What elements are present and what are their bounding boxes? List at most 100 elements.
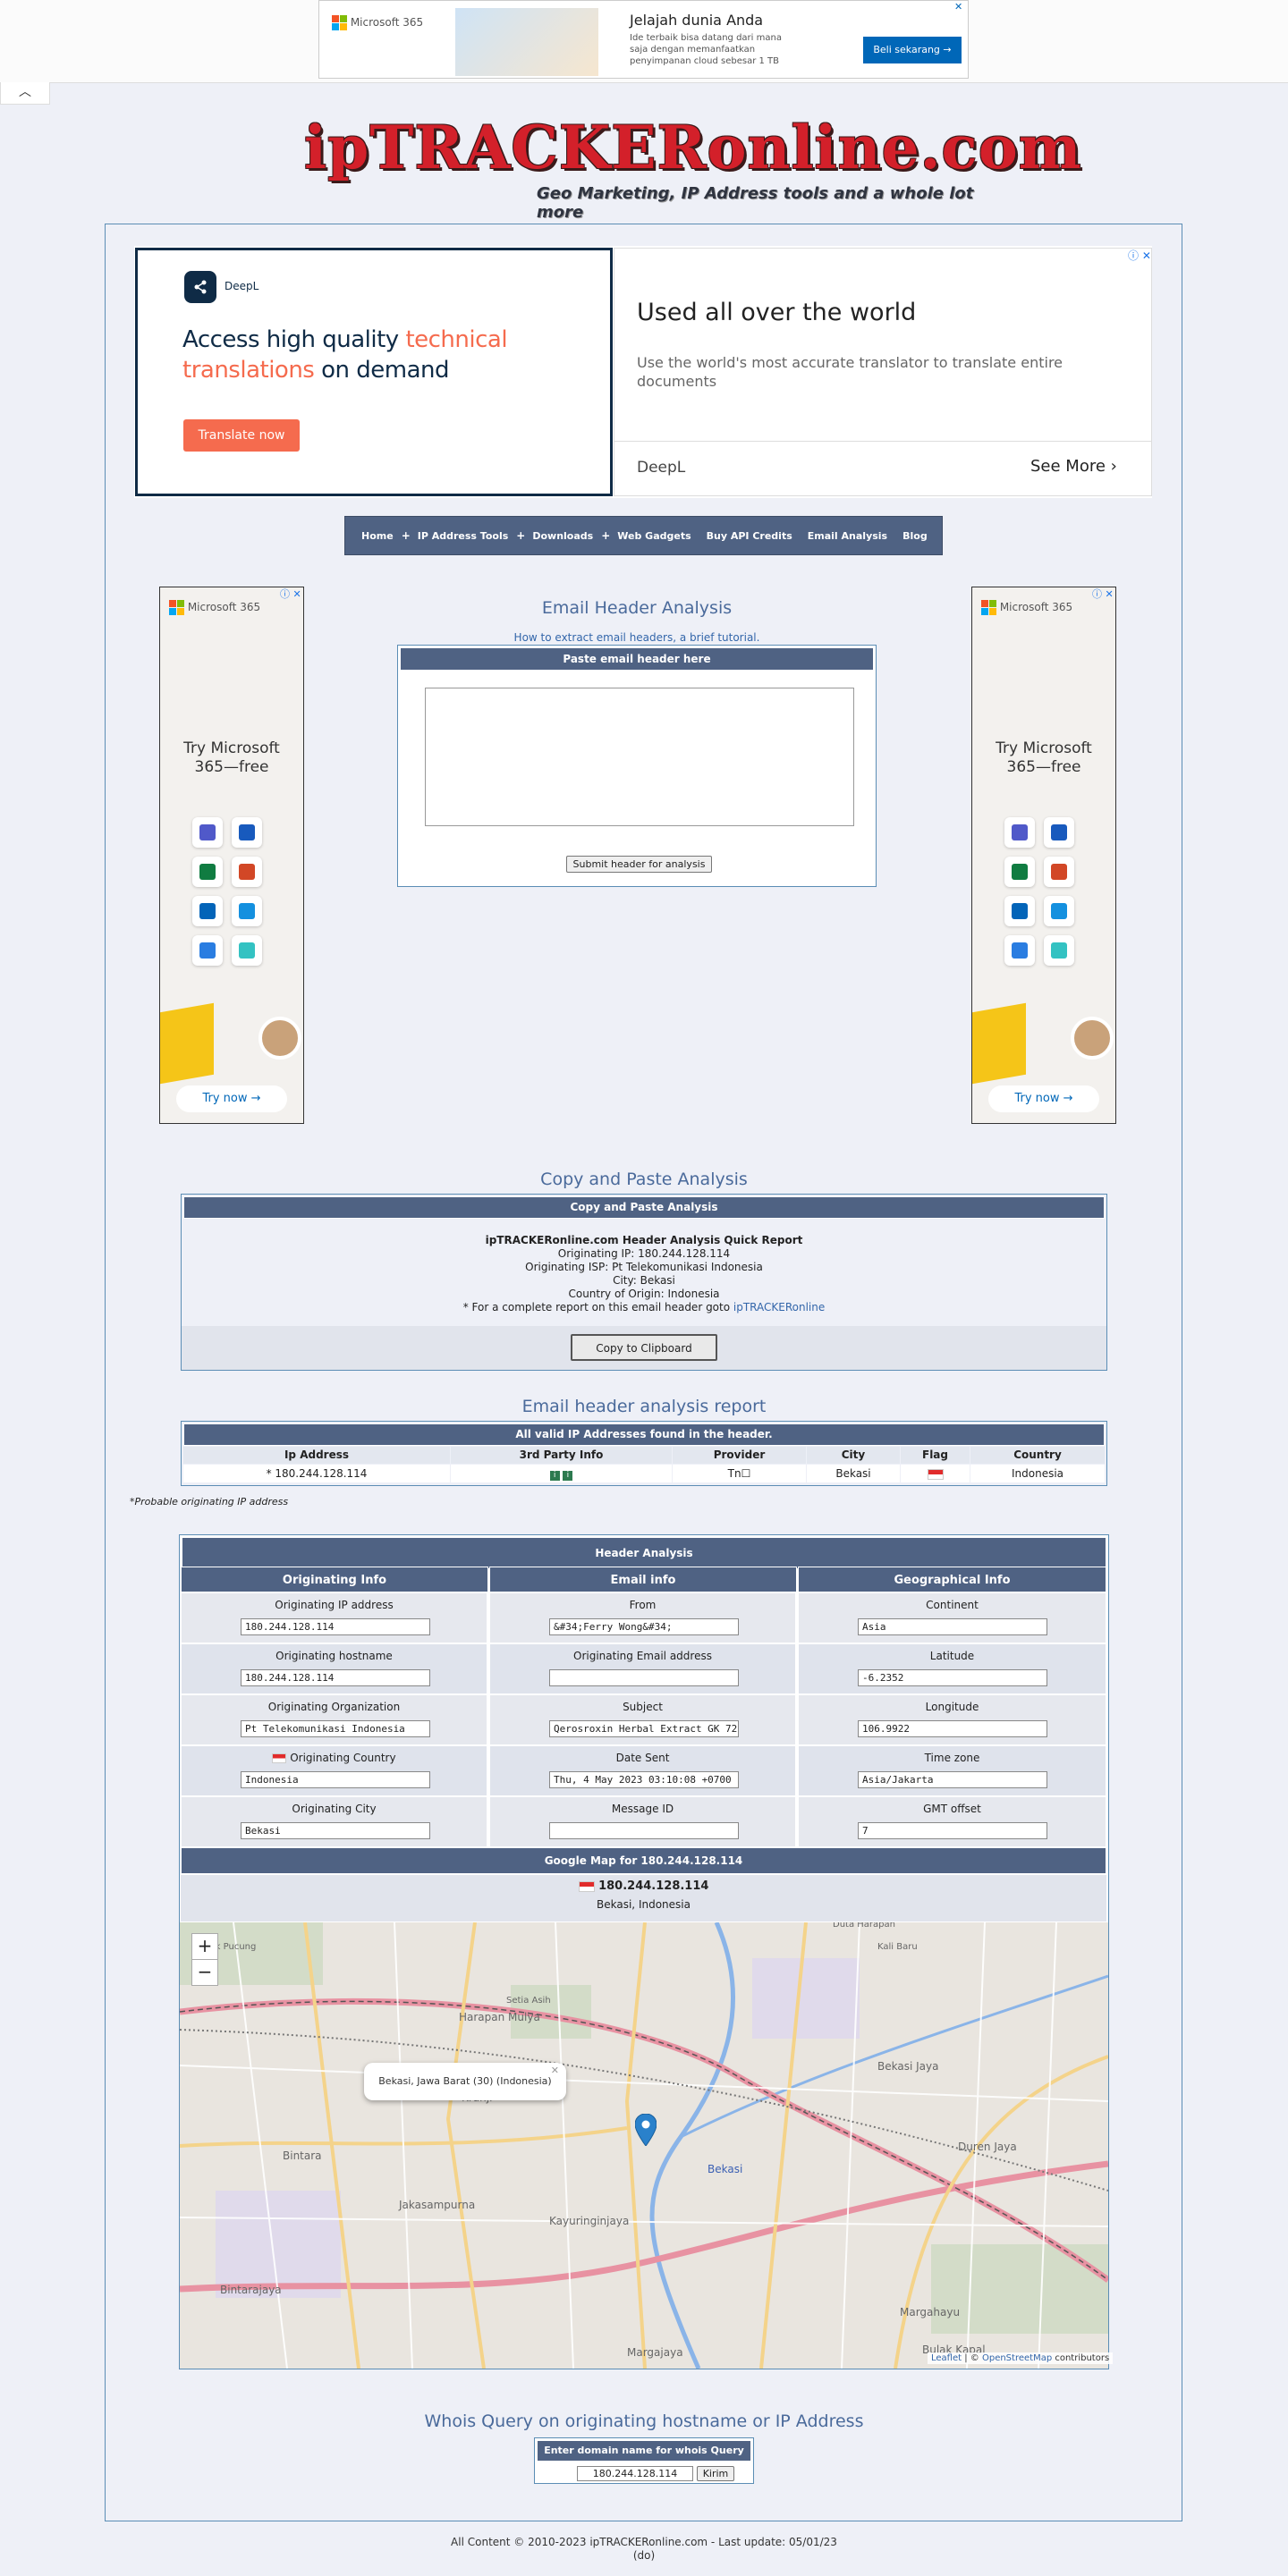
svg-text:Bintara: Bintara [283,2149,322,2162]
row-city: Bekasi [807,1465,900,1482]
ad-close-icon[interactable]: ✕ [954,1,962,13]
deepl-right-title: Used all over the world [637,299,917,326]
originating-city-cell: Originating City Bekasi [181,1796,487,1847]
map-popup-text: Bekasi, Jawa Barat (30) (Indonesia) [378,2075,552,2087]
svg-text:Setia Asih: Setia Asih [506,1996,551,2006]
message-id-field[interactable] [549,1822,739,1839]
col-3rd-party: 3rd Party Info [451,1447,672,1464]
originating-country-field[interactable]: Indonesia [241,1771,430,1788]
microsoft-logo-icon [169,600,184,615]
complete-report-line: * For a complete report on this email he… [462,1301,826,1313]
ad-headline: Jelajah dunia Anda [630,12,764,29]
main-nav: Home + IP Address Tools + Downloads + We… [344,516,943,555]
indonesia-flag-icon [901,1465,970,1482]
submit-header-button[interactable]: Submit header for analysis [566,856,712,873]
svg-text:Bekasi Jaya: Bekasi Jaya [877,2060,938,2073]
map-location-info: 180.244.128.114 Bekasi, Indonesia [181,1875,1106,1921]
email-header-textarea[interactable] [425,688,854,826]
message-id-cell: Message ID [489,1796,796,1847]
map-header: Google Map for 180.244.128.114 [181,1847,1106,1874]
svg-text:Kayuringinjaya: Kayuringinjaya [549,2215,629,2227]
info-icon[interactable]: i [549,1471,560,1481]
row-country: Indonesia [970,1465,1105,1482]
timezone-field[interactable]: Asia/Jakarta [858,1771,1047,1788]
col-originating-info: Originating Info [181,1567,488,1592]
deepl-translate-button[interactable]: Translate now [183,419,300,452]
originating-country-cell: Originating Country Indonesia [181,1745,487,1796]
continent-cell: Continent Asia [798,1592,1106,1643]
side-ad-try-button[interactable]: Try now → [988,1085,1099,1112]
plus-icon: + [516,529,526,542]
originating-city-field[interactable]: Bekasi [241,1822,430,1839]
see-more-link[interactable]: See More › [1030,457,1117,476]
date-sent-field[interactable]: Thu, 4 May 2023 03:10:08 +0700 [549,1771,739,1788]
map-marker-icon[interactable] [635,2114,657,2146]
col-email-info: Email info [489,1567,797,1592]
nav-blog[interactable]: Blog [895,530,936,542]
originating-hostname-cell: Originating hostname 180.244.128.114 [181,1643,487,1694]
zoom-out-button[interactable]: − [191,1959,218,1986]
whois-input[interactable]: 180.244.128.114 [577,2466,693,2481]
quick-report-line: Originating IP: 180.244.128.114 [557,1247,731,1260]
col-geo-info: Geographical Info [798,1567,1106,1592]
email-box-header: Paste email header here [400,647,874,671]
originating-org-cell: Originating Organization Pt Telekomunika… [181,1694,487,1745]
header-analysis-title: Header Analysis [182,1537,1106,1569]
from-cell: From &#34;Ferry Wong&#34; [489,1592,796,1643]
chevron-up-icon: ︿ [19,85,31,99]
from-field[interactable]: &#34;Ferry Wong&#34; [549,1618,739,1635]
svg-text:Bekasi: Bekasi [708,2163,742,2175]
popup-close-icon[interactable]: ✕ [551,2052,559,2090]
ad-close-icon[interactable]: ⓘ ✕ [1128,248,1151,263]
gmt-offset-field[interactable]: 7 [858,1822,1047,1839]
deepl-ad-left-panel[interactable]: DeepL Access high quality technical trans… [135,248,613,496]
site-logo[interactable]: ipTRACKERonline.com [304,116,1081,179]
originating-hostname-field[interactable]: 180.244.128.114 [241,1669,430,1686]
subject-field[interactable]: Qerosroxin Herbal Extract GK 72 // H [549,1720,739,1737]
top-banner-ad[interactable]: Microsoft 365 Jelajah dunia Anda Ide ter… [318,0,969,79]
nav-ip-tools[interactable]: IP Address Tools [411,530,517,542]
ad-buy-button[interactable]: Beli sekarang → [863,37,962,63]
originating-ip-field[interactable]: 180.244.128.114 [241,1618,430,1635]
ad-close-icon[interactable]: ⓘ ✕ [1092,587,1114,601]
location-map[interactable]: Harapan MulyaKranjiBintara JakasampurnaK… [180,1922,1108,2369]
originating-email-field[interactable] [549,1669,739,1686]
right-side-ad[interactable]: Microsoft 365 ⓘ ✕ Try Microsoft 365—free… [971,587,1116,1124]
svg-text:Duren Jaya: Duren Jaya [958,2141,1017,2153]
iptrackeronline-link[interactable]: ipTRACKERonline [733,1301,825,1313]
nav-downloads[interactable]: Downloads [525,530,601,542]
row-ip: * 180.244.128.114 [183,1465,450,1482]
originating-email-cell: Originating Email address [489,1643,796,1694]
zoom-in-button[interactable]: + [191,1933,218,1960]
copy-clipboard-button[interactable]: Copy to Clipboard [571,1334,717,1361]
left-side-ad[interactable]: Microsoft 365 ⓘ ✕ Try Microsoft 365—free… [159,587,304,1124]
nav-home[interactable]: Home [354,530,402,542]
ad-close-icon[interactable]: ⓘ ✕ [280,587,301,601]
info-icon[interactable]: i [563,1471,573,1481]
continent-field[interactable]: Asia [858,1618,1047,1635]
tutorial-link[interactable]: How to extract email headers, a brief tu… [397,631,877,644]
nav-buy-api-credits[interactable]: Buy API Credits [699,530,801,542]
quick-report-line: Country of Origin: Indonesia [568,1288,720,1300]
longitude-field[interactable]: 106.9922 [858,1720,1047,1737]
deepl-footer-brand: DeepL [637,459,686,477]
osm-link[interactable]: OpenStreetMap [982,2353,1052,2363]
nav-email-analysis[interactable]: Email Analysis [801,530,895,542]
site-tagline: Geo Marketing, IP Address tools and a wh… [537,184,974,222]
row-provider: Tn☐ [673,1465,806,1482]
deepl-ad-right-panel[interactable]: ⓘ ✕ Used all over the world Use the worl… [614,248,1152,496]
whois-submit-button[interactable]: Kirim [697,2466,734,2481]
whois-box-header: Enter domain name for whois Query [537,2440,751,2462]
collapse-ad-tab[interactable]: ︿ [0,82,50,105]
originating-org-field[interactable]: Pt Telekomunikasi Indonesia [241,1720,430,1737]
col-provider: Provider [673,1447,806,1464]
leaflet-link[interactable]: Leaflet [931,2353,962,2363]
ms365-brand: Microsoft 365 [981,600,1072,615]
side-ad-try-button[interactable]: Try now → [176,1085,287,1112]
map-location: Bekasi, Indonesia [597,1898,691,1911]
date-sent-cell: Date Sent Thu, 4 May 2023 03:10:08 +0700 [489,1745,796,1796]
latitude-field[interactable]: -6.2352 [858,1669,1047,1686]
nav-web-gadgets[interactable]: Web Gadgets [610,530,699,542]
third-party-icons: i i [451,1465,672,1482]
col-city: City [807,1447,900,1464]
